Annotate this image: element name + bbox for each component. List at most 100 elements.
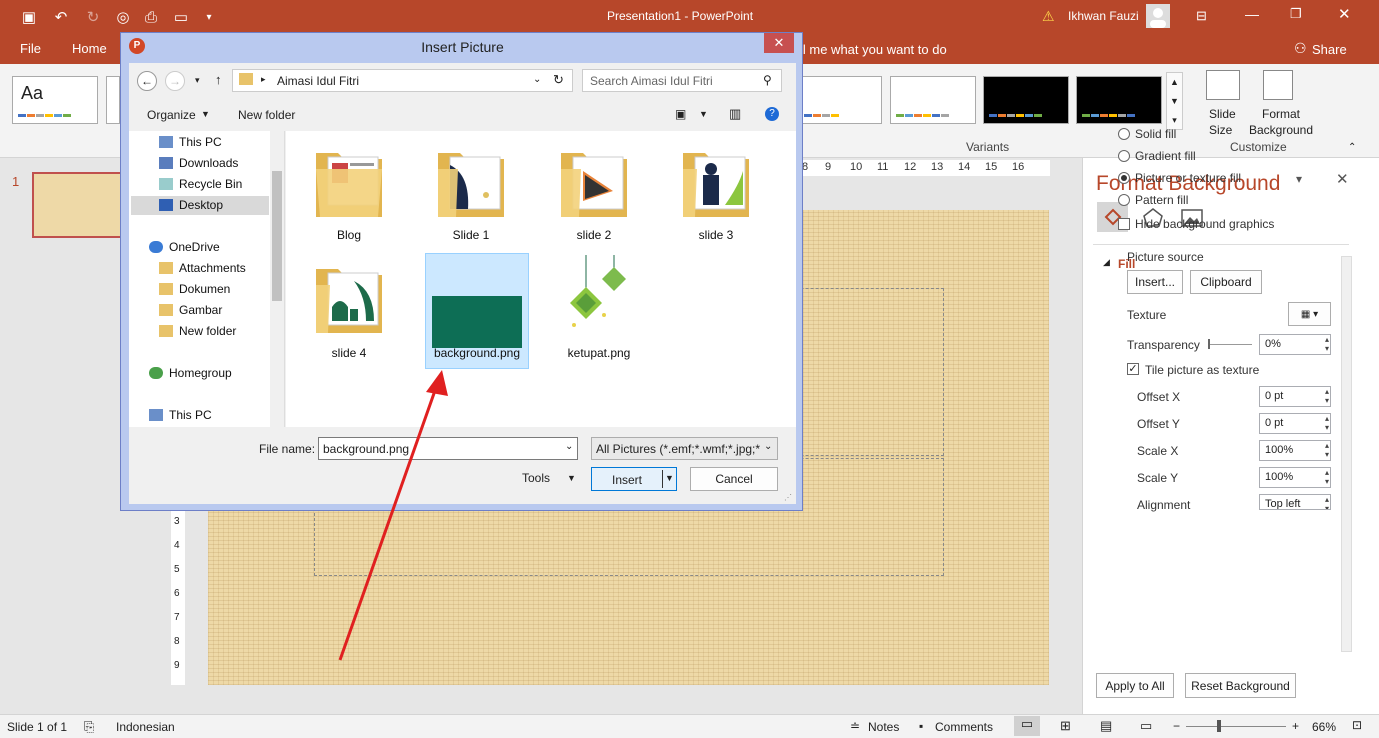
reset-background-button[interactable]: Reset Background [1185,673,1296,698]
file-name-input[interactable]: background.png ⌄ [318,437,578,460]
nav-item-attachments[interactable]: Attachments [159,261,246,275]
tab-home[interactable]: Home [72,41,107,56]
ribbon-display-icon[interactable]: ⊟ [1196,8,1207,24]
format-background-icon[interactable] [1263,70,1293,100]
tab-file[interactable]: File [20,41,41,56]
new-folder-button[interactable]: New folder [238,108,295,122]
nav-item-new-folder[interactable]: New folder [159,324,236,338]
save-icon[interactable]: ▣ [18,6,40,28]
thumbnail-ketupat-png[interactable] [564,255,634,345]
search-box[interactable]: Search Aimasi Idul Fitri ⚲ [582,69,782,92]
resize-grip[interactable]: ⋰ [784,493,792,502]
nav-item-desktop[interactable]: Desktop [159,198,223,212]
zoom-out-icon[interactable]: − [1173,719,1180,733]
forward-button[interactable]: → [165,71,185,91]
nav-scrollbar[interactable] [270,131,284,427]
apply-to-all-button[interactable]: Apply to All [1096,673,1174,698]
view-options-icon[interactable]: ▣ [675,107,686,121]
user-name[interactable]: Ikhwan Fauzi [1068,9,1139,23]
spellcheck-icon[interactable]: ⎘ [84,719,94,735]
organize-menu[interactable]: Organize [147,108,196,122]
variants-scroll[interactable]: ▲ ▼ ▾ [1166,72,1183,130]
fill-collapse-icon[interactable]: ◢ [1103,257,1110,268]
reading-view-icon[interactable]: ▤ [1100,718,1112,734]
tools-menu[interactable]: Tools [522,471,550,485]
preview-icon[interactable]: ⎙ [140,6,162,28]
address-dropdown-icon[interactable]: ⌄ [533,74,541,85]
hide-graphics-checkbox[interactable] [1118,218,1130,230]
gradient-fill-radio[interactable] [1118,150,1130,162]
nav-scroll-thumb[interactable] [272,171,282,301]
restore-button[interactable]: ❐ [1290,6,1302,22]
pane-options-icon[interactable]: ▾ [1296,172,1302,186]
picture-fill-radio[interactable] [1118,172,1130,184]
sorter-view-icon[interactable]: ⊞ [1060,718,1071,734]
customize-qat-icon[interactable]: ▾ [198,6,220,28]
transparency-slider-thumb[interactable] [1208,339,1210,349]
share-button[interactable]: Share [1312,42,1347,57]
notes-icon[interactable]: ≐ [850,719,860,733]
tile-checkbox[interactable]: ✓ [1127,363,1139,375]
help-icon[interactable]: ? [765,107,779,121]
format-background-button[interactable]: Format Background [1246,106,1316,138]
variant-1[interactable] [798,76,882,124]
slide-size-button[interactable]: Slide Size [1209,106,1249,138]
back-button[interactable]: ← [137,71,157,91]
alignment-dropdown[interactable]: Top left [1259,494,1331,510]
solid-fill-radio[interactable] [1118,128,1130,140]
breadcrumb[interactable]: Aimasi Idul Fitri [277,74,359,88]
nav-item-recycle-bin[interactable]: Recycle Bin [159,177,242,191]
theme-2[interactable] [106,76,120,124]
zoom-in-icon[interactable]: + [1292,719,1299,733]
refresh-icon[interactable]: ↻ [553,72,564,88]
nav-item-this-pc[interactable]: This PC [159,135,222,149]
search-icon[interactable]: ⚲ [763,73,772,87]
folder-slide-4[interactable] [314,251,384,344]
notes-button[interactable]: Notes [868,720,899,734]
insert-button[interactable]: Insert ▼ [591,467,677,491]
scale-x-input[interactable]: 100% [1259,440,1331,461]
collapse-ribbon-icon[interactable]: ⌃ [1348,142,1356,153]
redo-icon[interactable]: ↻ [82,6,104,28]
variant-3[interactable] [983,76,1069,124]
recent-locations-icon[interactable]: ▾ [195,75,200,86]
comments-button[interactable]: Comments [935,720,993,734]
nav-item-onedrive[interactable]: OneDrive [149,240,220,254]
thumbnail-background-png[interactable] [432,296,522,348]
transparency-slider[interactable] [1208,344,1252,345]
file-name-dropdown-icon[interactable]: ⌄ [565,441,573,452]
cancel-button[interactable]: Cancel [690,467,778,491]
preview-pane-icon[interactable]: ▥ [729,106,741,122]
undo-icon[interactable]: ↶ [50,6,72,28]
zoom-slider-thumb[interactable] [1217,720,1221,732]
fit-slide-icon[interactable]: ⊡ [1352,718,1362,732]
view-dropdown-icon[interactable]: ▼ [699,109,708,119]
normal-view-icon[interactable]: ▭ [1014,716,1040,736]
file-type-filter[interactable]: All Pictures (*.emf;*.wmf;*.jpg;* ⌄ [591,437,778,460]
zoom-slider[interactable] [1186,726,1286,727]
language-indicator[interactable]: Indonesian [116,720,175,734]
presenter-icon[interactable]: ◎ [112,6,134,28]
nav-item-this-pc-2[interactable]: This PC [149,408,212,422]
close-window-button[interactable]: ✕ [1338,5,1351,23]
zoom-level[interactable]: 66% [1312,720,1336,734]
nav-item-gambar[interactable]: Gambar [159,303,222,317]
texture-dropdown[interactable]: ▦ ▾ [1288,302,1331,326]
pane-scrollbar[interactable] [1341,256,1352,652]
share-icon[interactable]: ⚇ [1294,40,1307,57]
avatar[interactable] [1146,4,1170,28]
minimize-button[interactable]: — [1245,6,1259,22]
offset-y-input[interactable]: 0 pt [1259,413,1331,434]
pane-close-icon[interactable]: ✕ [1336,170,1349,188]
offset-x-input[interactable]: 0 pt [1259,386,1331,407]
variant-2[interactable] [890,76,976,124]
folder-slide-2[interactable] [559,135,629,228]
insert-options-icon[interactable]: ▼ [665,473,674,483]
nav-item-homegroup[interactable]: Homegroup [149,366,232,380]
folder-slide-1[interactable] [436,135,506,228]
address-bar[interactable]: ▸ Aimasi Idul Fitri ⌄ ↻ [232,69,573,92]
theme-office[interactable]: Aa [12,76,98,124]
open-icon[interactable]: ▭ [170,6,192,28]
transparency-input[interactable]: 0% [1259,334,1331,355]
nav-item-downloads[interactable]: Downloads [159,156,238,170]
